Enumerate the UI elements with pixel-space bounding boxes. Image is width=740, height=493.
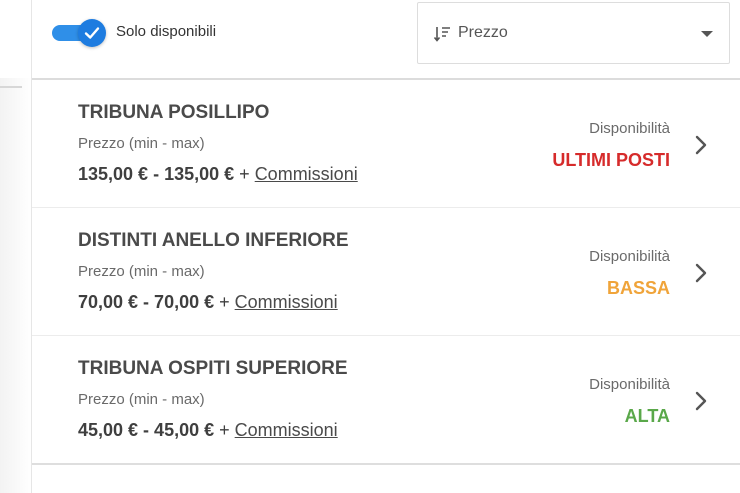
divider: [32, 463, 740, 465]
sector-row[interactable]: TRIBUNA POSILLIPO Prezzo (min - max) 135…: [32, 80, 740, 208]
plus-sign: +: [219, 292, 230, 312]
divider: [0, 86, 22, 88]
price-range: 135,00 € - 135,00 €: [78, 164, 235, 184]
price-range: 70,00 € - 70,00 €: [78, 292, 215, 312]
sort-selected-value: Prezzo: [458, 24, 508, 41]
fees-link[interactable]: Commissioni: [235, 420, 338, 440]
chevron-right-icon: [695, 263, 707, 283]
only-available-label[interactable]: Solo disponibili: [116, 23, 216, 40]
price-caption: Prezzo (min - max): [78, 391, 205, 408]
plus-sign: +: [219, 420, 230, 440]
price-line: 135,00 € - 135,00 € + Commissioni: [78, 164, 358, 185]
sector-name: TRIBUNA POSILLIPO: [78, 102, 270, 123]
plus-sign: +: [239, 164, 250, 184]
chevron-down-icon: [701, 31, 713, 37]
availability-level: BASSA: [606, 278, 670, 298]
sort-select[interactable]: Prezzo: [417, 2, 730, 64]
price-caption: Prezzo (min - max): [78, 263, 205, 280]
sector-list: TRIBUNA POSILLIPO Prezzo (min - max) 135…: [32, 80, 740, 465]
chevron-right-icon: [695, 135, 707, 155]
price-line: 70,00 € - 70,00 € + Commissioni: [78, 292, 338, 313]
price-range: 45,00 € - 45,00 €: [78, 420, 215, 440]
fees-link[interactable]: Commissioni: [255, 164, 358, 184]
sector-name: TRIBUNA OSPITI SUPERIORE: [78, 358, 348, 379]
availability-caption: Disponibilità: [589, 248, 670, 265]
availability-level: ALTA: [624, 406, 670, 426]
availability-caption: Disponibilità: [589, 376, 670, 393]
availability-level: ULTIMI POSTI: [552, 150, 670, 170]
toggle-knob: [78, 19, 106, 47]
price-caption: Prezzo (min - max): [78, 135, 205, 152]
sort-icon: [433, 27, 450, 42]
left-gutter: [0, 78, 32, 493]
sector-row[interactable]: DISTINTI ANELLO INFERIORE Prezzo (min - …: [32, 208, 740, 336]
sector-row[interactable]: TRIBUNA OSPITI SUPERIORE Prezzo (min - m…: [32, 336, 740, 464]
chevron-right-icon: [695, 391, 707, 411]
price-line: 45,00 € - 45,00 € + Commissioni: [78, 420, 338, 441]
availability-caption: Disponibilità: [589, 120, 670, 137]
sector-name: DISTINTI ANELLO INFERIORE: [78, 230, 349, 251]
only-available-toggle[interactable]: [52, 19, 108, 47]
fees-link[interactable]: Commissioni: [235, 292, 338, 312]
check-icon: [84, 27, 100, 39]
